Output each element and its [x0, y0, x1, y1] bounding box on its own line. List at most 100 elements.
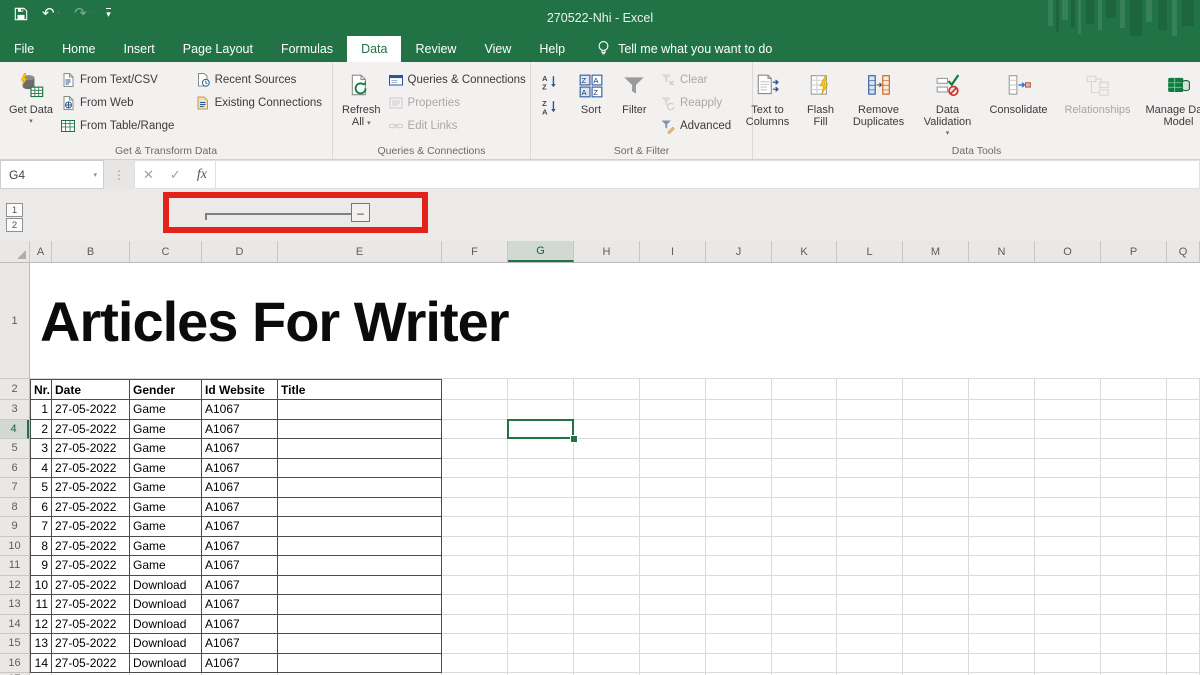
- cell[interactable]: [1101, 595, 1167, 615]
- cell[interactable]: [508, 654, 574, 674]
- cell[interactable]: [772, 537, 837, 557]
- cell[interactable]: [1035, 379, 1101, 400]
- cell[interactable]: [903, 654, 969, 674]
- cell[interactable]: 3: [30, 439, 52, 459]
- cell[interactable]: [903, 595, 969, 615]
- cell[interactable]: [442, 439, 508, 459]
- cell[interactable]: 27-05-2022: [52, 478, 130, 498]
- cell[interactable]: [969, 379, 1035, 400]
- cell[interactable]: [706, 537, 772, 557]
- cell[interactable]: [640, 517, 706, 537]
- cell[interactable]: [508, 379, 574, 400]
- cell[interactable]: [1035, 439, 1101, 459]
- cell[interactable]: A1067: [202, 420, 278, 440]
- tab-view[interactable]: View: [470, 36, 525, 62]
- cell[interactable]: [640, 379, 706, 400]
- cell[interactable]: [1035, 498, 1101, 518]
- row-header-10[interactable]: 10: [0, 537, 29, 557]
- cell[interactable]: Game: [130, 400, 202, 420]
- select-all-corner[interactable]: [0, 241, 30, 262]
- cell[interactable]: [1101, 517, 1167, 537]
- cell[interactable]: [278, 420, 442, 440]
- column-header-o[interactable]: O: [1035, 241, 1101, 262]
- manage-data-model-button[interactable]: Manage Data Model: [1140, 69, 1200, 142]
- from-table-range-button[interactable]: From Table/Range: [60, 116, 185, 135]
- cell[interactable]: [772, 379, 837, 400]
- cell[interactable]: 27-05-2022: [52, 634, 130, 654]
- get-data-button[interactable]: Get Data▾: [6, 69, 56, 130]
- cell[interactable]: [278, 654, 442, 674]
- cell[interactable]: [574, 498, 640, 518]
- column-header-m[interactable]: M: [903, 241, 969, 262]
- cell[interactable]: [508, 615, 574, 635]
- cell[interactable]: A1067: [202, 576, 278, 596]
- cell[interactable]: 27-05-2022: [52, 615, 130, 635]
- cell[interactable]: [772, 478, 837, 498]
- cell[interactable]: [772, 439, 837, 459]
- cell[interactable]: [640, 439, 706, 459]
- cell[interactable]: 5: [30, 478, 52, 498]
- cell[interactable]: A1067: [202, 654, 278, 674]
- tab-home[interactable]: Home: [48, 36, 109, 62]
- cell[interactable]: [706, 459, 772, 479]
- cell[interactable]: [640, 654, 706, 674]
- cell[interactable]: [1101, 576, 1167, 596]
- cell[interactable]: [508, 634, 574, 654]
- cell[interactable]: [1101, 634, 1167, 654]
- cell[interactable]: [1101, 498, 1167, 518]
- column-header-i[interactable]: I: [640, 241, 706, 262]
- cell[interactable]: [574, 537, 640, 557]
- cell[interactable]: [640, 537, 706, 557]
- cell[interactable]: [574, 576, 640, 596]
- cell[interactable]: [574, 556, 640, 576]
- recent-sources-button[interactable]: Recent Sources: [195, 70, 322, 89]
- cell[interactable]: 4: [30, 459, 52, 479]
- cell[interactable]: 6: [30, 498, 52, 518]
- cell[interactable]: [1035, 537, 1101, 557]
- cell[interactable]: A1067: [202, 556, 278, 576]
- cell[interactable]: A1067: [202, 400, 278, 420]
- flash-fill-button[interactable]: Flash Fill: [798, 69, 844, 142]
- cell[interactable]: [1035, 517, 1101, 537]
- cell[interactable]: [1035, 576, 1101, 596]
- outline-level-2-button[interactable]: 2: [6, 218, 23, 232]
- cell[interactable]: [278, 459, 442, 479]
- cell[interactable]: Game: [130, 498, 202, 518]
- cell[interactable]: [442, 517, 508, 537]
- cell[interactable]: 11: [30, 595, 52, 615]
- cell[interactable]: Game: [130, 478, 202, 498]
- column-header-e[interactable]: E: [278, 241, 442, 262]
- cell[interactable]: [969, 517, 1035, 537]
- cell[interactable]: [969, 595, 1035, 615]
- cell[interactable]: [508, 576, 574, 596]
- cell[interactable]: [706, 517, 772, 537]
- cell[interactable]: [574, 379, 640, 400]
- cell[interactable]: 27-05-2022: [52, 459, 130, 479]
- from-web-button[interactable]: From Web: [60, 93, 185, 112]
- consolidate-button[interactable]: Consolidate: [982, 69, 1056, 142]
- name-box[interactable]: G4 ▾: [0, 160, 104, 189]
- cell[interactable]: [837, 634, 903, 654]
- cell[interactable]: [1101, 537, 1167, 557]
- cell[interactable]: [640, 478, 706, 498]
- cell[interactable]: [969, 439, 1035, 459]
- cell[interactable]: [903, 537, 969, 557]
- formula-input[interactable]: [216, 160, 1200, 189]
- column-header-l[interactable]: L: [837, 241, 903, 262]
- cell[interactable]: [1167, 634, 1200, 654]
- cell[interactable]: [706, 595, 772, 615]
- cell[interactable]: 12: [30, 615, 52, 635]
- sort-ascending-icon[interactable]: AZ: [541, 73, 563, 90]
- cell[interactable]: A1067: [202, 595, 278, 615]
- cell[interactable]: [706, 556, 772, 576]
- cell[interactable]: Id Website: [202, 379, 278, 400]
- cell[interactable]: [837, 439, 903, 459]
- cell[interactable]: [442, 400, 508, 420]
- cell[interactable]: [278, 400, 442, 420]
- insert-function-icon[interactable]: fx: [197, 167, 207, 183]
- cell[interactable]: [837, 459, 903, 479]
- cell[interactable]: [574, 478, 640, 498]
- cell[interactable]: Game: [130, 459, 202, 479]
- cell[interactable]: [1101, 400, 1167, 420]
- cell[interactable]: [508, 478, 574, 498]
